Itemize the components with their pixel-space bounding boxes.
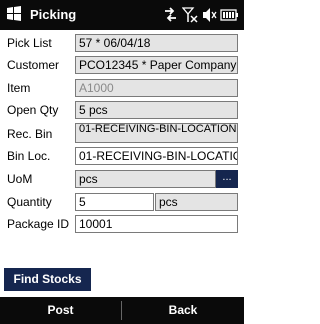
- post-button[interactable]: Post: [0, 297, 121, 324]
- package-id-label: Package ID: [7, 217, 70, 231]
- find-stocks-button[interactable]: Find Stocks: [4, 268, 91, 291]
- signal-off-icon: [182, 7, 198, 23]
- page-title: Picking: [30, 7, 77, 22]
- open-qty-field: 5 pcs: [75, 101, 238, 119]
- quantity-input[interactable]: 5: [75, 193, 154, 211]
- item-label: Item: [7, 81, 31, 95]
- item-field: A1000: [75, 79, 238, 97]
- data-connection-icon: [163, 7, 178, 23]
- quantity-unit-field: pcs: [155, 193, 238, 211]
- pick-list-field: 57 * 06/04/18: [75, 34, 238, 52]
- quantity-label: Quantity: [7, 195, 52, 209]
- softkey-bar: Post Back: [0, 297, 244, 324]
- title-bar: Picking: [0, 0, 244, 30]
- customer-field: PCO12345 * Paper Company: [75, 56, 238, 74]
- customer-label: Customer: [7, 58, 60, 72]
- open-qty-label: Open Qty: [7, 103, 59, 117]
- package-id-input[interactable]: 10001: [75, 215, 238, 233]
- rec-bin-label: Rec. Bin: [7, 127, 53, 141]
- back-button[interactable]: Back: [122, 297, 244, 324]
- bin-loc-input[interactable]: 01-RECEIVING-BIN-LOCATION: [75, 147, 238, 165]
- rec-bin-field: 01-RECEIVING-BIN-LOCATION: [75, 123, 238, 143]
- speaker-mute-icon: [202, 7, 217, 23]
- battery-icon: [220, 7, 240, 23]
- uom-select-button[interactable]: ...: [216, 170, 238, 188]
- bin-loc-label: Bin Loc.: [7, 149, 51, 163]
- uom-label: UoM: [7, 172, 33, 186]
- pick-list-label: Pick List: [7, 36, 52, 50]
- windows-logo-icon[interactable]: [6, 6, 22, 22]
- uom-field: pcs: [75, 170, 216, 188]
